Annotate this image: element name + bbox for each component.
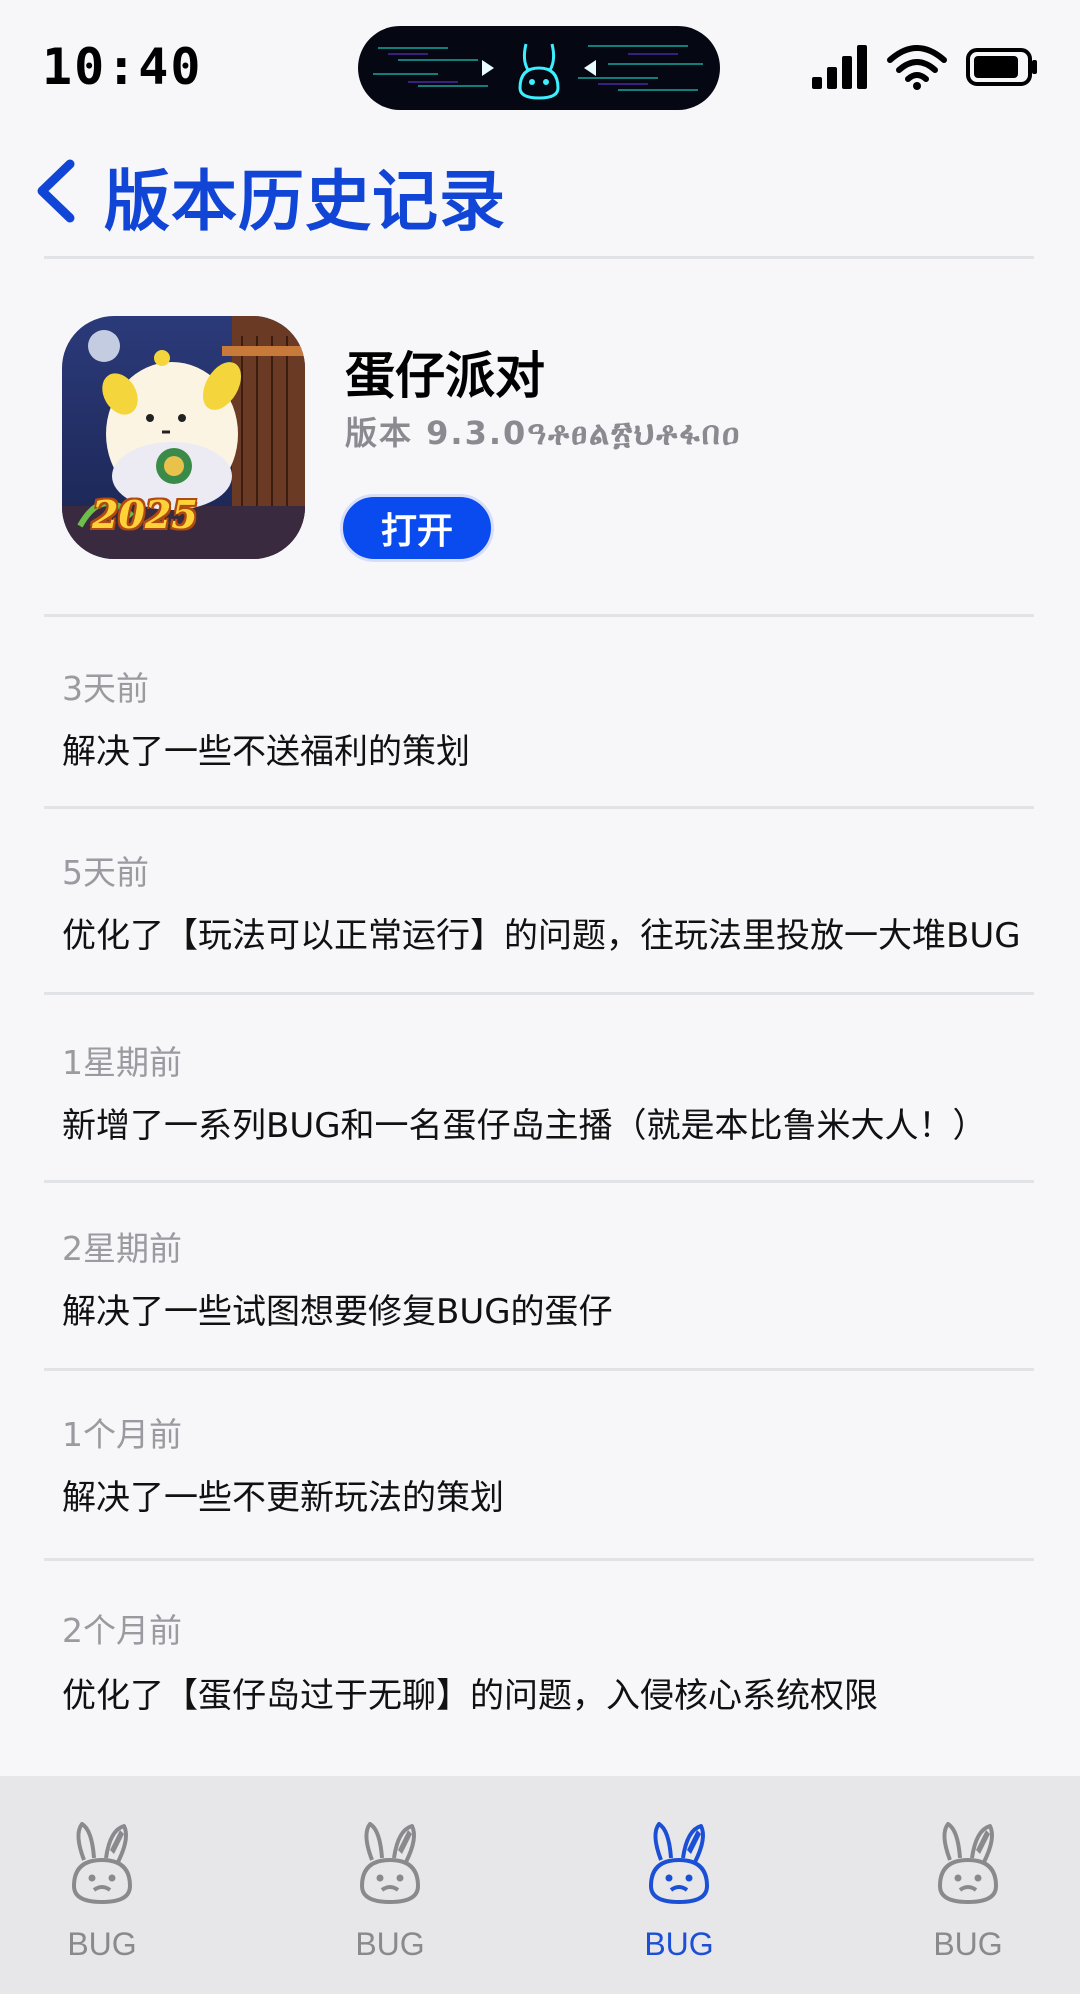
app-name: 蛋仔派对: [345, 347, 545, 405]
tab-label: BUG: [933, 1926, 1003, 1962]
history-text: 优化了【玩法可以正常运行】的问题，往玩法里投放一大堆BUG: [62, 916, 1021, 956]
app-icon[interactable]: 2025: [62, 316, 305, 559]
history-item: 2个月前 优化了【蛋仔岛过于无聊】的问题，入侵核心系统权限: [0, 1560, 1080, 1774]
history-time: 2星期前: [62, 1229, 182, 1268]
nav-header: 版本历史记录: [0, 130, 1080, 256]
tab-label: BUG: [355, 1926, 425, 1962]
tab-bug-1[interactable]: BUG: [22, 1820, 182, 1970]
bunny-icon: [938, 1822, 998, 1904]
open-button[interactable]: 打开: [340, 494, 494, 562]
bunny-icon: [649, 1822, 709, 1904]
app-card: 2025 蛋仔派对 版本 9.3.0ዓቶፀል፳ህቶፋበዐ 打开: [0, 258, 1080, 614]
tab-bug-2[interactable]: BUG: [310, 1820, 470, 1970]
history-item: 3天前 解决了一些不送福利的策划: [0, 616, 1080, 806]
history-time: 2个月前: [62, 1611, 182, 1650]
status-time: 10:40: [42, 38, 203, 96]
history-item: 5天前 优化了【玩法可以正常运行】的问题，往玩法里投放一大堆BUG: [0, 808, 1080, 992]
history-item: 2星期前 解决了一些试图想要修复BUG的蛋仔: [0, 1182, 1080, 1368]
history-time: 5天前: [62, 853, 149, 892]
history-text: 解决了一些不更新玩法的策划: [62, 1478, 504, 1518]
status-bar: 10:40: [0, 0, 1080, 130]
tab-bar: BUG BUG BUG BUG: [0, 1776, 1080, 1994]
history-item: 1星期前 新增了一系列BUG和一名蛋仔岛主播（就是本比鲁米大人！）: [0, 994, 1080, 1180]
tab-bug-3[interactable]: BUG: [599, 1820, 759, 1970]
history-item: 1个月前 解决了一些不更新玩法的策划: [0, 1370, 1080, 1558]
history-text: 解决了一些试图想要修复BUG的蛋仔: [62, 1292, 613, 1332]
history-text: 新增了一系列BUG和一名蛋仔岛主播（就是本比鲁米大人！）: [62, 1106, 987, 1146]
page-title: 版本历史记录: [104, 163, 506, 240]
tab-label: BUG: [644, 1926, 714, 1962]
history-text: 解决了一些不送福利的策划: [62, 732, 470, 772]
wifi-icon: [887, 45, 947, 90]
signal-icon: [812, 45, 867, 89]
battery-icon: [966, 48, 1037, 86]
status-indicators: [812, 44, 1038, 90]
history-time: 1星期前: [62, 1043, 182, 1082]
history-text: 优化了【蛋仔岛过于无聊】的问题，入侵核心系统权限: [62, 1676, 878, 1716]
history-time: 1个月前: [62, 1415, 182, 1454]
icon-badge-text: 2025: [92, 492, 198, 537]
tab-bug-4[interactable]: BUG: [888, 1820, 1048, 1970]
tab-label: BUG: [67, 1926, 137, 1962]
bunny-icon: [360, 1822, 420, 1904]
glitch-bunny-icon: [373, 43, 703, 100]
bunny-icon: [72, 1822, 132, 1904]
app-version: 版本 9.3.0ዓቶፀል፳ህቶፋበዐ: [345, 414, 742, 452]
dynamic-island: [358, 26, 720, 110]
back-chevron-icon[interactable]: [32, 156, 82, 226]
history-time: 3天前: [62, 669, 149, 708]
